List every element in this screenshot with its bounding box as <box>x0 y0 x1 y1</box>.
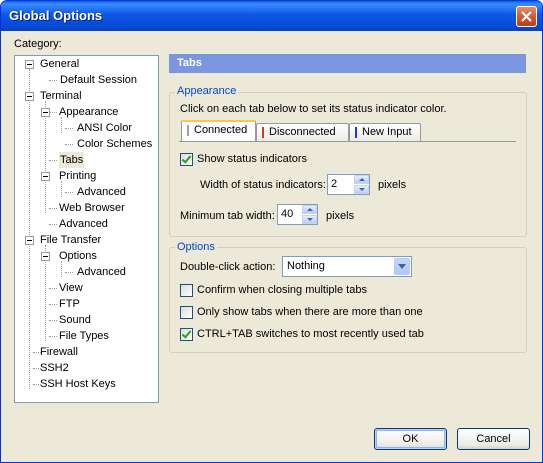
options-group-title: Options <box>175 241 217 253</box>
tree-item-default-session[interactable]: Default Session <box>60 72 137 88</box>
tab-new-input-label: New Input <box>362 126 412 138</box>
collapse-icon[interactable] <box>41 172 50 181</box>
ctrl-tab-checkbox[interactable] <box>180 328 193 341</box>
indicator-width-label: Width of status indicators: <box>200 179 326 191</box>
status-indicator-icon <box>262 127 264 138</box>
tree-item-color-schemes[interactable]: Color Schemes <box>77 136 152 152</box>
tree-item-web-browser[interactable]: Web Browser <box>59 200 125 216</box>
tab-new-input[interactable]: New Input <box>349 123 421 141</box>
confirm-close-label: Confirm when closing multiple tabs <box>197 284 367 296</box>
tree-item-file-transfer[interactable]: File Transfer <box>40 232 101 248</box>
spin-down-icon[interactable] <box>354 185 369 194</box>
tree-item-tabs[interactable]: Tabs <box>59 152 85 168</box>
tab-connected-label: Connected <box>194 124 248 136</box>
tree-item-ansi-color[interactable]: ANSI Color <box>77 120 132 136</box>
ctrl-tab-label: CTRL+TAB switches to most recently used … <box>197 328 424 340</box>
tree-item-ssh-host-keys[interactable]: SSH Host Keys <box>40 376 116 392</box>
double-click-value: Nothing <box>287 260 325 272</box>
collapse-icon[interactable] <box>25 236 34 245</box>
double-click-select[interactable]: Nothing <box>282 256 412 277</box>
tree-item-options[interactable]: Options <box>59 248 97 264</box>
tab-disconnected-label: Disconnected <box>269 126 336 138</box>
tree-item-terminal-advanced[interactable]: Advanced <box>59 216 108 232</box>
tab-connected[interactable]: Connected <box>181 120 256 141</box>
min-tab-width-label: Minimum tab width: <box>180 210 275 222</box>
show-status-indicators-label: Show status indicators <box>197 153 308 165</box>
category-tree[interactable]: General Default Session Terminal Appeara… <box>14 55 159 403</box>
panel-title: Tabs <box>169 54 526 73</box>
collapse-icon[interactable] <box>25 92 34 101</box>
collapse-icon[interactable] <box>41 252 50 261</box>
spinner-buttons <box>302 205 317 224</box>
tab-disconnected[interactable]: Disconnected <box>256 123 349 141</box>
chevron-down-icon[interactable] <box>394 258 410 275</box>
status-indicator-icon <box>187 125 189 136</box>
collapse-icon[interactable] <box>41 108 50 117</box>
tree-item-ssh2[interactable]: SSH2 <box>40 360 69 376</box>
title-bar[interactable]: Global Options <box>1 1 542 31</box>
tab-strip-line <box>179 141 516 142</box>
tree-item-general[interactable]: General <box>40 56 79 72</box>
tree-item-appearance[interactable]: Appearance <box>59 104 118 120</box>
appearance-instruction: Click on each tab below to set its statu… <box>180 103 447 115</box>
tree-item-ftp[interactable]: FTP <box>59 296 80 312</box>
only-show-tabs-label: Only show tabs when there are more than … <box>197 306 423 318</box>
spin-up-icon[interactable] <box>302 205 317 214</box>
category-label: Category: <box>14 38 62 50</box>
only-show-tabs-checkbox[interactable] <box>180 306 193 319</box>
min-tab-width-value: 40 <box>281 208 294 220</box>
tree-item-firewall[interactable]: Firewall <box>40 344 78 360</box>
spin-up-icon[interactable] <box>354 175 369 184</box>
collapse-icon[interactable] <box>25 60 34 69</box>
tree-item-terminal[interactable]: Terminal <box>40 88 82 104</box>
global-options-dialog: Global Options Category: General Default… <box>0 0 543 463</box>
tree-item-view[interactable]: View <box>59 280 83 296</box>
ok-button[interactable]: OK <box>374 428 447 450</box>
window-title: Global Options <box>9 8 103 23</box>
tree-item-options-advanced[interactable]: Advanced <box>77 264 126 280</box>
indicator-width-value: 2 <box>331 178 338 190</box>
tree-item-sound[interactable]: Sound <box>59 312 91 328</box>
tree-item-printing-advanced[interactable]: Advanced <box>77 184 126 200</box>
show-status-indicators-checkbox[interactable] <box>180 153 193 166</box>
spin-down-icon[interactable] <box>302 215 317 224</box>
confirm-close-checkbox[interactable] <box>180 284 193 297</box>
min-tab-width-spinner[interactable]: 40 <box>277 204 318 225</box>
tree-item-file-types[interactable]: File Types <box>59 328 109 344</box>
indicator-width-unit: pixels <box>378 179 407 191</box>
spinner-buttons <box>354 175 369 194</box>
double-click-label: Double-click action: <box>180 261 276 273</box>
min-tab-width-unit: pixels <box>326 210 355 222</box>
close-button[interactable] <box>516 6 537 27</box>
tree-item-printing[interactable]: Printing <box>59 168 96 184</box>
cancel-button[interactable]: Cancel <box>457 428 530 450</box>
indicator-width-spinner[interactable]: 2 <box>327 174 370 195</box>
appearance-group-title: Appearance <box>175 85 239 97</box>
status-indicator-icon <box>355 127 357 138</box>
close-icon <box>521 11 532 22</box>
